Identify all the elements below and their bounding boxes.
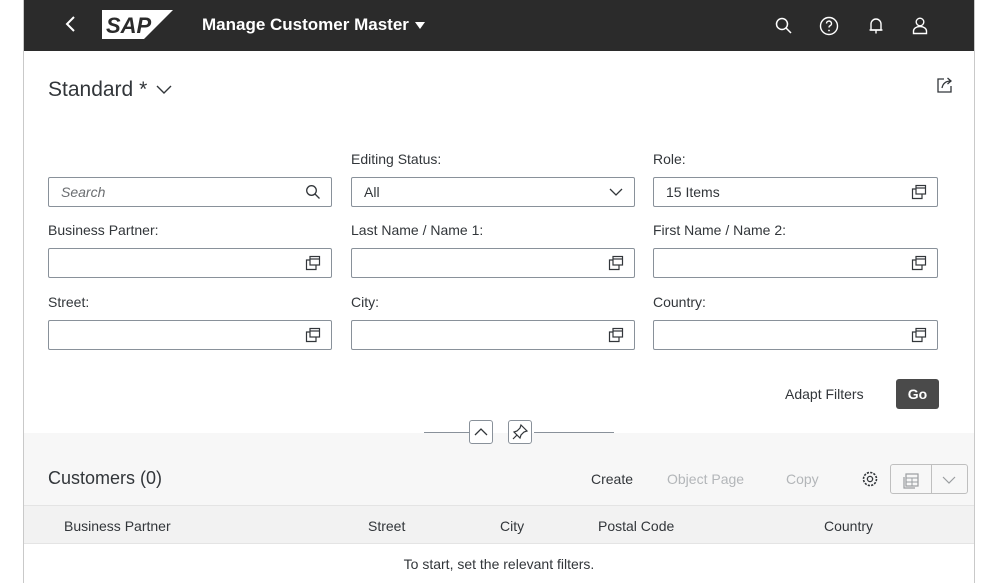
chevron-down-icon [155,78,173,102]
variant-selector[interactable]: Standard * [48,78,173,102]
value-help-icon[interactable] [305,327,321,343]
user-icon[interactable] [908,14,932,38]
value-help-icon[interactable] [911,255,927,271]
caret-down-icon [414,22,425,30]
gear-icon[interactable] [860,469,880,489]
column-header-business-partner[interactable]: Business Partner [64,518,171,534]
header-divider-right [534,432,614,433]
app-title: Manage Customer Master [202,15,409,34]
table-header-row: Business Partner Street City Postal Code… [24,505,974,544]
value-help-icon[interactable] [305,255,321,271]
column-header-postal-code[interactable]: Postal Code [598,518,674,534]
export-menu-button[interactable] [890,464,968,494]
last-name-field[interactable] [351,248,635,278]
app-frame: SAP Manage Customer Master Standard * Ed… [23,0,975,583]
first-name-field[interactable] [653,248,938,278]
role-label: Role: [653,151,686,167]
pin-icon [512,423,529,440]
search-placeholder: Search [61,184,106,200]
column-header-country[interactable]: Country [824,518,873,534]
export-icon [903,473,919,489]
editing-status-select[interactable]: All [351,177,635,207]
no-data-text: To start, set the relevant filters. [403,556,595,572]
editing-status-label: Editing Status: [351,151,442,167]
street-field[interactable] [48,320,332,350]
search-icon[interactable] [772,14,796,38]
create-button[interactable]: Create [591,471,633,487]
split-divider [931,465,932,493]
country-field[interactable] [653,320,938,350]
back-icon[interactable] [64,13,78,39]
last-name-label: Last Name / Name 1: [351,222,484,238]
city-field[interactable] [351,320,635,350]
value-help-icon[interactable] [911,327,927,343]
value-help-icon[interactable] [911,184,927,200]
editing-status-value: All [364,184,380,200]
chevron-down-icon[interactable] [608,184,624,200]
role-field[interactable]: 15 Items [653,177,938,207]
help-icon[interactable] [817,14,841,38]
svg-text:SAP: SAP [106,13,152,38]
value-help-icon[interactable] [608,327,624,343]
go-button[interactable]: Go [896,379,939,409]
adapt-filters-button[interactable]: Adapt Filters [785,386,864,402]
first-name-label: First Name / Name 2: [653,222,787,238]
city-label: City: [351,294,379,310]
search-icon[interactable] [305,184,321,200]
column-header-city[interactable]: City [500,518,524,534]
pin-header-button[interactable] [508,420,532,444]
chevron-down-icon[interactable] [940,474,958,486]
sap-logo: SAP [102,10,173,39]
business-partner-label: Business Partner: [48,222,159,238]
variant-name: Standard * [48,78,148,101]
search-input[interactable]: Search [48,177,332,207]
share-icon[interactable] [936,76,954,94]
shell-bar: SAP Manage Customer Master [24,0,974,51]
role-value: 15 Items [666,184,720,200]
header-divider-left [424,432,469,433]
column-header-street[interactable]: Street [368,518,405,534]
collapse-header-button[interactable] [469,420,493,444]
app-title-menu[interactable]: Manage Customer Master [202,15,425,35]
business-partner-field[interactable] [48,248,332,278]
notification-icon[interactable] [864,14,888,38]
street-label: Street: [48,294,90,310]
table-no-data-row: To start, set the relevant filters. [24,544,974,583]
copy-button[interactable]: Copy [786,471,819,487]
chevron-up-icon [474,428,488,436]
object-page-button[interactable]: Object Page [667,471,744,487]
value-help-icon[interactable] [608,255,624,271]
table-title: Customers (0) [48,468,163,488]
country-label: Country: [653,294,706,310]
